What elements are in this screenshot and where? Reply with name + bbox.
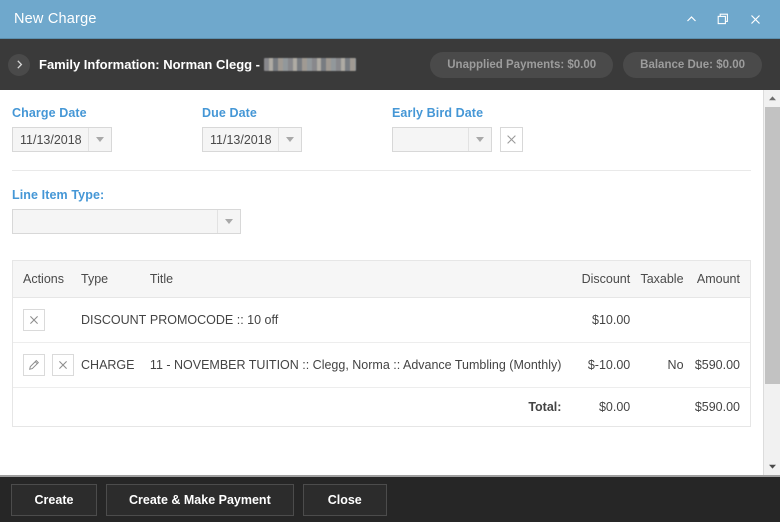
balance-due-badge: Balance Due: $0.00 — [623, 51, 762, 78]
due-date-field: Due Date 11/13/2018 — [202, 106, 392, 152]
delete-row-button[interactable] — [23, 309, 45, 331]
scroll-up-icon[interactable] — [763, 90, 780, 107]
row-amount — [683, 297, 750, 343]
redacted-family-name — [264, 58, 357, 71]
scrollbar-thumb[interactable] — [764, 107, 780, 385]
dialog-title: New Charge — [14, 11, 97, 27]
family-information-text: Family Information: Norman Clegg - — [39, 57, 261, 72]
line-item-type-value — [13, 210, 217, 233]
total-label: Total: — [528, 400, 562, 414]
account-summary-badges: Unapplied Payments: $0.00 Balance Due: $… — [430, 51, 762, 78]
vertical-scrollbar[interactable] — [763, 90, 780, 475]
header-taxable: Taxable — [630, 261, 684, 298]
chevron-right-icon[interactable] — [8, 53, 30, 76]
scroll-down-icon[interactable] — [763, 458, 780, 475]
close-button[interactable]: Close — [302, 483, 387, 516]
row-discount: $10.00 — [561, 297, 631, 343]
create-and-make-payment-button[interactable]: Create & Make Payment — [106, 483, 294, 516]
unapplied-payments-badge: Unapplied Payments: $0.00 — [430, 51, 614, 78]
row-discount: $-10.00 — [561, 342, 631, 388]
charge-date-input[interactable]: 11/13/2018 — [12, 127, 112, 152]
restore-icon[interactable] — [714, 10, 732, 28]
row-taxable — [630, 297, 684, 343]
dialog-footer: Create Create & Make Payment Close — [0, 475, 780, 522]
family-information-label: Family Information: Norman Clegg - — [39, 57, 357, 72]
dialog-body: Charge Date 11/13/2018 Due Date 11/13/20… — [0, 90, 780, 475]
row-taxable: No — [630, 342, 684, 388]
due-date-label: Due Date — [202, 106, 257, 120]
row-amount: $590.00 — [683, 342, 750, 388]
row-type: CHARGE — [81, 342, 150, 388]
table-header-row: Actions Type Title Discount Taxable Amou… — [13, 261, 750, 298]
total-amount: $590.00 — [694, 400, 740, 414]
family-information-bar: Family Information: Norman Clegg - Unapp… — [0, 38, 780, 90]
close-icon[interactable] — [746, 10, 764, 28]
early-bird-date-field: Early Bird Date — [392, 106, 582, 152]
row-title: PROMOCODE :: 10 off — [149, 297, 562, 343]
charge-date-label: Charge Date — [12, 106, 87, 120]
early-bird-date-clear-button[interactable] — [500, 127, 523, 152]
charge-date-dropdown-icon[interactable] — [88, 128, 111, 151]
new-charge-dialog: New Charge Family Information: Norman Cl… — [0, 0, 780, 522]
due-date-input[interactable]: 11/13/2018 — [202, 127, 302, 152]
delete-row-button[interactable] — [52, 354, 74, 376]
charge-date-field: Charge Date 11/13/2018 — [12, 106, 202, 152]
row-actions — [13, 342, 82, 388]
row-actions — [13, 297, 82, 343]
header-amount: Amount — [683, 261, 750, 298]
header-discount: Discount — [561, 261, 631, 298]
table-row: DISCOUNT PROMOCODE :: 10 off $10.00 — [13, 297, 750, 343]
charge-line-items-table: Actions Type Title Discount Taxable Amou… — [12, 260, 751, 427]
line-item-type-input[interactable] — [12, 209, 241, 234]
early-bird-date-label: Early Bird Date — [392, 106, 484, 120]
due-date-dropdown-icon[interactable] — [278, 128, 301, 151]
row-type: DISCOUNT — [81, 297, 150, 343]
edit-row-button[interactable] — [23, 354, 45, 376]
header-type: Type — [81, 261, 150, 298]
header-actions: Actions — [13, 261, 82, 298]
create-button[interactable]: Create — [11, 483, 97, 516]
table-row: CHARGE 11 - NOVEMBER TUITION :: Clegg, N… — [13, 342, 750, 388]
scrollbar-track[interactable] — [763, 107, 780, 458]
charge-date-value: 11/13/2018 — [13, 128, 88, 151]
table-total-row: Total: $0.00 $590.00 — [13, 388, 750, 427]
due-date-value: 11/13/2018 — [203, 128, 278, 151]
line-item-type-dropdown-icon[interactable] — [217, 210, 240, 233]
row-title: 11 - NOVEMBER TUITION :: Clegg, Norma ::… — [149, 342, 562, 388]
early-bird-date-dropdown-icon[interactable] — [468, 128, 491, 151]
total-discount: $0.00 — [598, 400, 631, 414]
date-fields-row: Charge Date 11/13/2018 Due Date 11/13/20… — [12, 106, 751, 152]
window-controls — [682, 10, 768, 28]
early-bird-date-value — [393, 128, 468, 151]
charge-form: Charge Date 11/13/2018 Due Date 11/13/20… — [0, 90, 763, 427]
early-bird-date-input[interactable] — [392, 127, 492, 152]
collapse-icon[interactable] — [682, 10, 700, 28]
header-title: Title — [149, 261, 562, 298]
line-item-type-label: Line Item Type: — [12, 188, 105, 202]
line-item-type-field: Line Item Type: — [12, 171, 751, 234]
dialog-titlebar: New Charge — [0, 0, 780, 38]
form-and-table-region: Charge Date 11/13/2018 Due Date 11/13/20… — [0, 90, 763, 475]
